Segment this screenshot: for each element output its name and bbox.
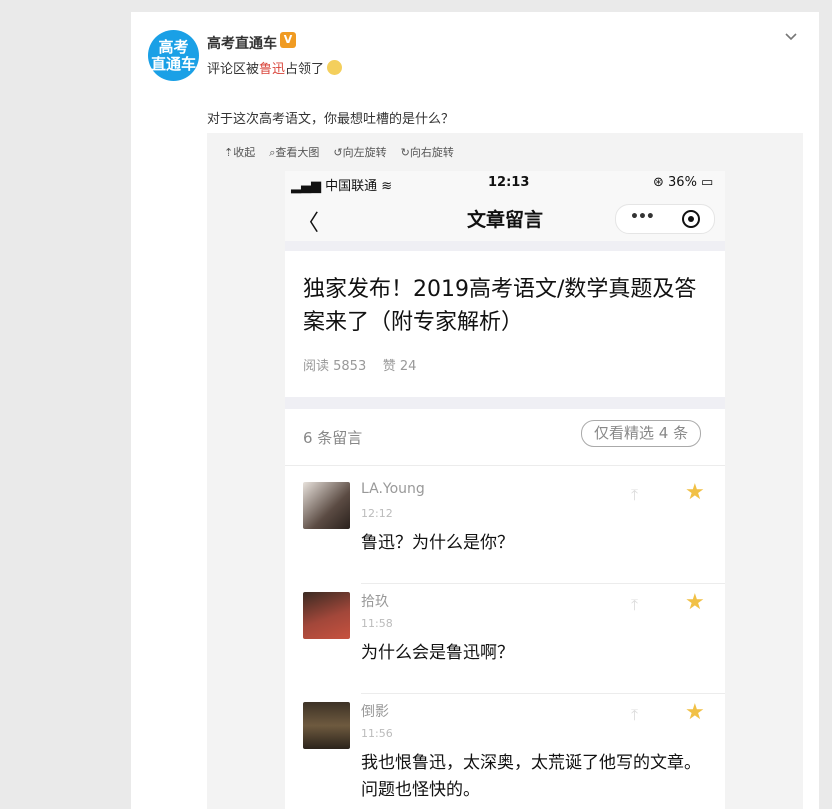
miniprogram-capsule: ••• (615, 204, 715, 234)
comment-item: 倒影 11:56 我也恨鲁迅，太深奥，太荒诞了他写的文章。问题也怪快的。 ⤒ ★ (285, 693, 725, 803)
comment-text: 鲁迅？为什么是你？ (361, 533, 514, 553)
comment-item: 拾玖 11:58 为什么会是鲁迅啊？ ⤒ ★ (285, 583, 725, 693)
chevron-down-icon[interactable] (784, 30, 798, 44)
status-time: 12:13 (488, 175, 530, 190)
doge-emoji-icon (327, 60, 343, 75)
image-viewer: ⇡收起 ⌕查看大图 ↺向左旋转 ↻向右旋转 ▂▄▆ 中国联通 ≋ 12:13 ⊛… (207, 133, 803, 809)
pin-top-icon: ⤒ (631, 705, 639, 724)
weibo-post-card: 高考 直通车 高考直通车 V 评论区被鲁迅占领了 对于这次高考语文，你最想吐槽的… (131, 12, 819, 809)
pin-top-icon: ⤒ (631, 595, 639, 614)
read-count: 阅读 5853 (303, 359, 367, 374)
featured-filter-pill: 仅看精选 4 条 (581, 420, 702, 447)
image-toolbar: ⇡收起 ⌕查看大图 ↺向左旋转 ↻向右旋转 (224, 144, 454, 160)
rotate-left-button[interactable]: ↺向左旋转 (333, 144, 386, 160)
comment-item: LA.Young 12:12 鲁迅？为什么是你？ ⤒ ★ (285, 473, 725, 583)
more-dots-icon: ••• (630, 209, 655, 225)
section-divider (285, 465, 725, 466)
view-large-button[interactable]: ⌕查看大图 (269, 144, 319, 160)
post-subtitle: 评论区被鲁迅占领了 (207, 58, 343, 77)
article-headline: 独家发布！2019高考语文/数学真题及答案来了（附专家解析） (303, 277, 697, 335)
comment-count: 6 条留言 (303, 429, 363, 447)
avatar-text-line-1: 高考 (158, 37, 189, 56)
verified-badge-icon: V (280, 32, 296, 48)
account-name[interactable]: 高考直通车 (207, 33, 277, 53)
comment-time: 12:12 (361, 507, 393, 520)
comment-text: 我也恨鲁迅，太深奥，太荒诞了他写的文章。问题也怪快的。 (361, 753, 701, 800)
comment-text: 为什么会是鲁迅啊？ (361, 643, 514, 663)
phone-status-bar: ▂▄▆ 中国联通 ≋ 12:13 ⊛ 36% ▭ (285, 171, 725, 195)
commenter-avatar (303, 482, 350, 529)
avatar-text-line-2: 直通车 (150, 54, 196, 73)
rotate-right-button[interactable]: ↻向右旋转 (401, 144, 454, 160)
article-meta: 阅读 5853 赞 24 (303, 355, 416, 374)
subtitle-before: 评论区被 (207, 62, 260, 77)
subtitle-after: 占领了 (285, 62, 325, 77)
commenter-name: 倒影 (361, 704, 389, 720)
comment-time: 11:58 (361, 617, 393, 630)
commenter-name: 拾玖 (361, 594, 389, 610)
battery-indicator: ⊛ 36% ▭ (653, 175, 714, 190)
commenter-name: LA.Young (361, 481, 425, 497)
commenter-avatar (303, 592, 350, 639)
carrier-text: ▂▄▆ 中国联通 ≋ (291, 179, 393, 194)
subtitle-highlight-link[interactable]: 鲁迅 (259, 62, 285, 77)
collapse-button[interactable]: ⇡收起 (224, 144, 255, 160)
phone-nav-bar: 〈 文章留言 ••• (285, 195, 725, 241)
like-count: 赞 24 (382, 359, 417, 374)
comment-time: 11:56 (361, 727, 393, 740)
featured-star-icon: ★ (685, 480, 705, 505)
close-target-icon (682, 210, 700, 228)
post-text: 对于这次高考语文，你最想吐槽的是什么？ (207, 112, 455, 127)
featured-star-icon: ★ (685, 700, 705, 725)
article-card: 独家发布！2019高考语文/数学真题及答案来了（附专家解析） 阅读 5853 赞… (285, 251, 725, 397)
commenter-avatar (303, 702, 350, 749)
comments-section: 6 条留言 仅看精选 4 条 LA.Young 12:12 鲁迅？为什么是你？ … (285, 409, 725, 809)
featured-star-icon: ★ (685, 590, 705, 615)
phone-screenshot[interactable]: ▂▄▆ 中国联通 ≋ 12:13 ⊛ 36% ▭ 〈 文章留言 ••• 独家发布… (285, 171, 725, 809)
pin-top-icon: ⤒ (631, 485, 639, 504)
account-avatar[interactable]: 高考 直通车 (148, 30, 199, 81)
